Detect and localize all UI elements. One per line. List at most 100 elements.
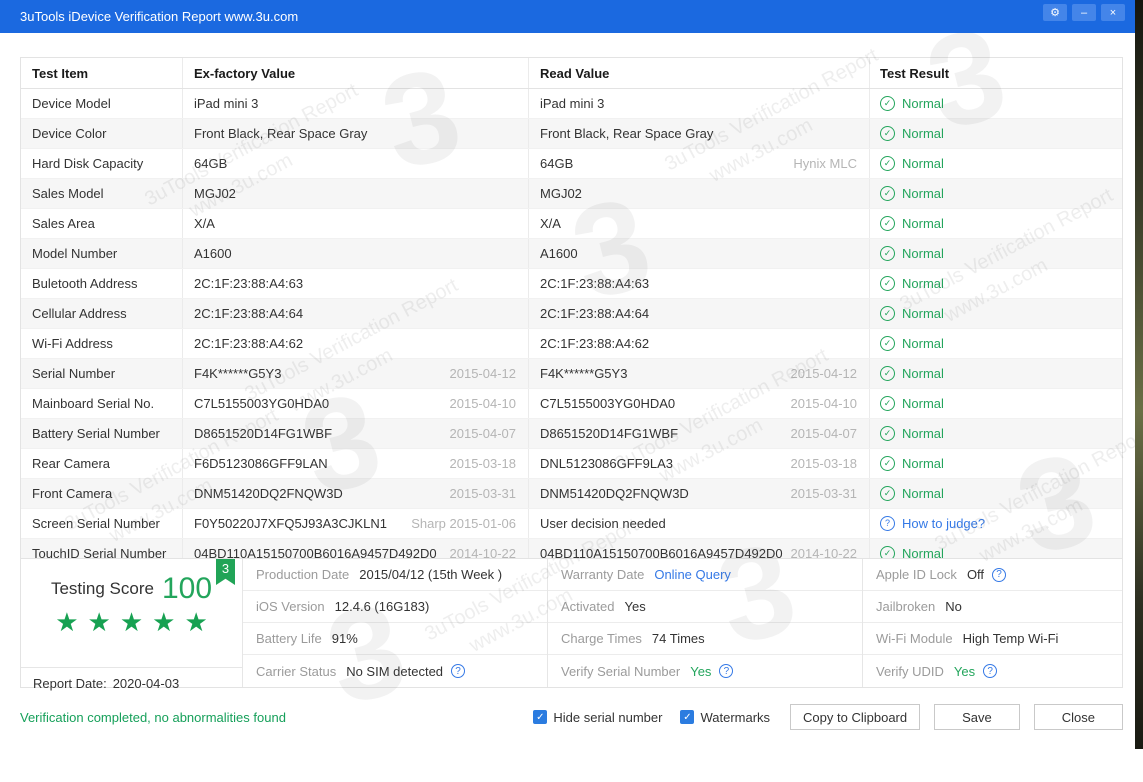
- read-value: 2C:1F:23:88:A4:63: [540, 276, 650, 291]
- ex-factory-value-cell: Front Black, Rear Space Gray: [183, 119, 529, 148]
- test-result-label: Normal: [902, 156, 944, 171]
- ex-factory-value: MGJ02: [194, 186, 236, 201]
- test-result-flag: ✓ Normal: [880, 336, 944, 351]
- summary-label: Jailbroken: [876, 599, 936, 614]
- report-date-value: 2020-04-03: [112, 676, 180, 691]
- read-value-cell: C7L5155003YG0HDA0 2015-04-10: [529, 389, 870, 418]
- watermarks-checkbox-group[interactable]: ✓ Watermarks: [680, 710, 770, 725]
- test-item-cell: Wi-Fi Address: [21, 329, 183, 358]
- minimize-button[interactable]: –: [1072, 4, 1096, 21]
- test-item-cell: Battery Serial Number: [21, 419, 183, 448]
- read-value-cell: DNL5123086GFF9LA3 2015-03-18: [529, 449, 870, 478]
- test-result-label: Normal: [902, 396, 944, 411]
- test-result-label: Normal: [902, 456, 944, 471]
- test-result-cell: ✓ Normal: [870, 389, 1122, 418]
- star-icon-2: ★: [119, 607, 153, 637]
- table-row-1: Device Color Front Black, Rear Space Gra…: [21, 119, 1122, 149]
- test-result-label: Normal: [902, 486, 944, 501]
- table-row-12: Rear Camera F6D5123086GFF9LAN 2015-03-18…: [21, 449, 1122, 479]
- test-result-flag[interactable]: ? How to judge?: [880, 516, 985, 531]
- summary-value: 12.4.6 (16G183): [334, 599, 430, 614]
- table-row-5: Model Number A1600 A1600 ✓ Normal: [21, 239, 1122, 269]
- read-value: 2C:1F:23:88:A4:62: [540, 336, 650, 351]
- save-button[interactable]: Save: [934, 704, 1020, 730]
- read-value-cell: D8651520D14FG1WBF 2015-04-07: [529, 419, 870, 448]
- desktop-background-strip: [1135, 0, 1143, 749]
- ex-factory-value: X/A: [194, 216, 215, 231]
- help-question-icon[interactable]: ?: [983, 664, 998, 678]
- test-result-cell: ✓ Normal: [870, 89, 1122, 118]
- test-item-cell: Rear Camera: [21, 449, 183, 478]
- watermarks-checkbox[interactable]: ✓: [680, 710, 695, 724]
- title-bar[interactable]: 3uTools iDevice Verification Report www.…: [0, 0, 1135, 33]
- summary-row: Activated Yes ?: [548, 591, 862, 623]
- test-result-label: Normal: [902, 306, 944, 321]
- read-value-cell: A1600: [529, 239, 870, 268]
- check-circle-icon: ✓: [880, 126, 895, 141]
- summary-value: High Temp Wi-Fi: [962, 631, 1059, 646]
- read-value: 2C:1F:23:88:A4:64: [540, 306, 650, 321]
- ex-factory-note: 2015-04-10: [449, 396, 517, 411]
- summary-label: Apple ID Lock: [876, 567, 957, 582]
- window-title: 3uTools iDevice Verification Report www.…: [20, 9, 299, 24]
- test-result-cell: ✓ Normal: [870, 269, 1122, 298]
- help-question-icon[interactable]: ?: [719, 664, 734, 678]
- test-item-cell: Buletooth Address: [21, 269, 183, 298]
- close-window-button[interactable]: ×: [1101, 4, 1125, 21]
- ex-factory-value: 2C:1F:23:88:A4:64: [194, 306, 304, 321]
- check-circle-icon: ✓: [880, 276, 895, 291]
- test-result-label: Normal: [902, 276, 944, 291]
- summary-label: Warranty Date: [561, 567, 645, 582]
- settings-button[interactable]: ⚙: [1043, 4, 1067, 21]
- test-result-cell: ✓ Normal: [870, 449, 1122, 478]
- hide-serial-checkbox[interactable]: ✓: [533, 710, 548, 724]
- read-value-cell: Front Black, Rear Space Gray: [529, 119, 870, 148]
- checkmark-icon: ✓: [536, 711, 545, 723]
- star-rating: ★★★★★: [21, 608, 242, 637]
- ex-factory-value-cell: MGJ02: [183, 179, 529, 208]
- summary-value[interactable]: Online Query: [654, 567, 731, 582]
- check-circle-icon: ✓: [880, 216, 895, 231]
- check-circle-icon: ✓: [880, 426, 895, 441]
- read-value: iPad mini 3: [540, 96, 605, 111]
- close-button[interactable]: Close: [1033, 704, 1123, 730]
- help-question-icon[interactable]: ?: [992, 567, 1007, 582]
- ex-factory-value-cell: DNM51420DQ2FNQW3D 2015-03-31: [183, 479, 529, 508]
- read-value-cell: 2C:1F:23:88:A4:62: [529, 329, 870, 358]
- test-item-cell: Front Camera: [21, 479, 183, 508]
- test-result-label: How to judge?: [902, 516, 986, 531]
- ex-factory-value-cell: X/A: [183, 209, 529, 238]
- summary-label: Verify UDID: [876, 663, 944, 679]
- test-result-flag: ✓ Normal: [880, 156, 944, 171]
- testing-score-label: Testing Score: [50, 579, 154, 598]
- ex-factory-value: F6D5123086GFF9LAN: [194, 456, 328, 471]
- ex-factory-value: DNM51420DQ2FNQW3D: [194, 486, 343, 501]
- summary-row: Warranty Date Online Query ?: [548, 559, 862, 591]
- hide-serial-checkbox-group[interactable]: ✓ Hide serial number: [533, 710, 662, 725]
- minimize-icon: –: [1080, 6, 1088, 19]
- test-item-cell: Model Number: [21, 239, 183, 268]
- score-line: Testing Score 100: [21, 572, 242, 606]
- ex-factory-note: 2015-03-18: [449, 456, 517, 471]
- summary-row: Production Date 2015/04/12 (15th Week ) …: [243, 559, 547, 591]
- ex-factory-value: C7L5155003YG0HDA0: [194, 396, 330, 411]
- read-value: D8651520D14FG1WBF: [540, 426, 679, 441]
- table-row-7: Cellular Address 2C:1F:23:88:A4:64 2C:1F…: [21, 299, 1122, 329]
- summary-column-2: Warranty Date Online Query ? Activated Y…: [548, 559, 863, 687]
- help-question-icon[interactable]: ?: [451, 664, 466, 678]
- col-header-ex-factory-value: Ex-factory Value: [183, 58, 529, 88]
- ex-factory-value: A1600: [194, 246, 232, 261]
- window-controls: ⚙ – ×: [1043, 4, 1125, 21]
- summary-row: Carrier Status No SIM detected ?: [243, 655, 547, 687]
- test-result-flag: ✓ Normal: [880, 396, 944, 411]
- summary-column-1: Production Date 2015/04/12 (15th Week ) …: [243, 559, 548, 687]
- ex-factory-value-cell: iPad mini 3: [183, 89, 529, 118]
- footer-bar: Verification completed, no abnormalities…: [20, 702, 1123, 732]
- ex-factory-value: D8651520D14FG1WBF: [194, 426, 333, 441]
- test-result-label: Normal: [902, 186, 944, 201]
- copy-to-clipboard-button[interactable]: Copy to Clipboard: [790, 704, 921, 730]
- test-result-label: Normal: [902, 96, 944, 111]
- summary-value: Yes: [624, 599, 646, 614]
- read-value-cell: MGJ02: [529, 179, 870, 208]
- test-result-cell: ✓ Normal: [870, 329, 1122, 358]
